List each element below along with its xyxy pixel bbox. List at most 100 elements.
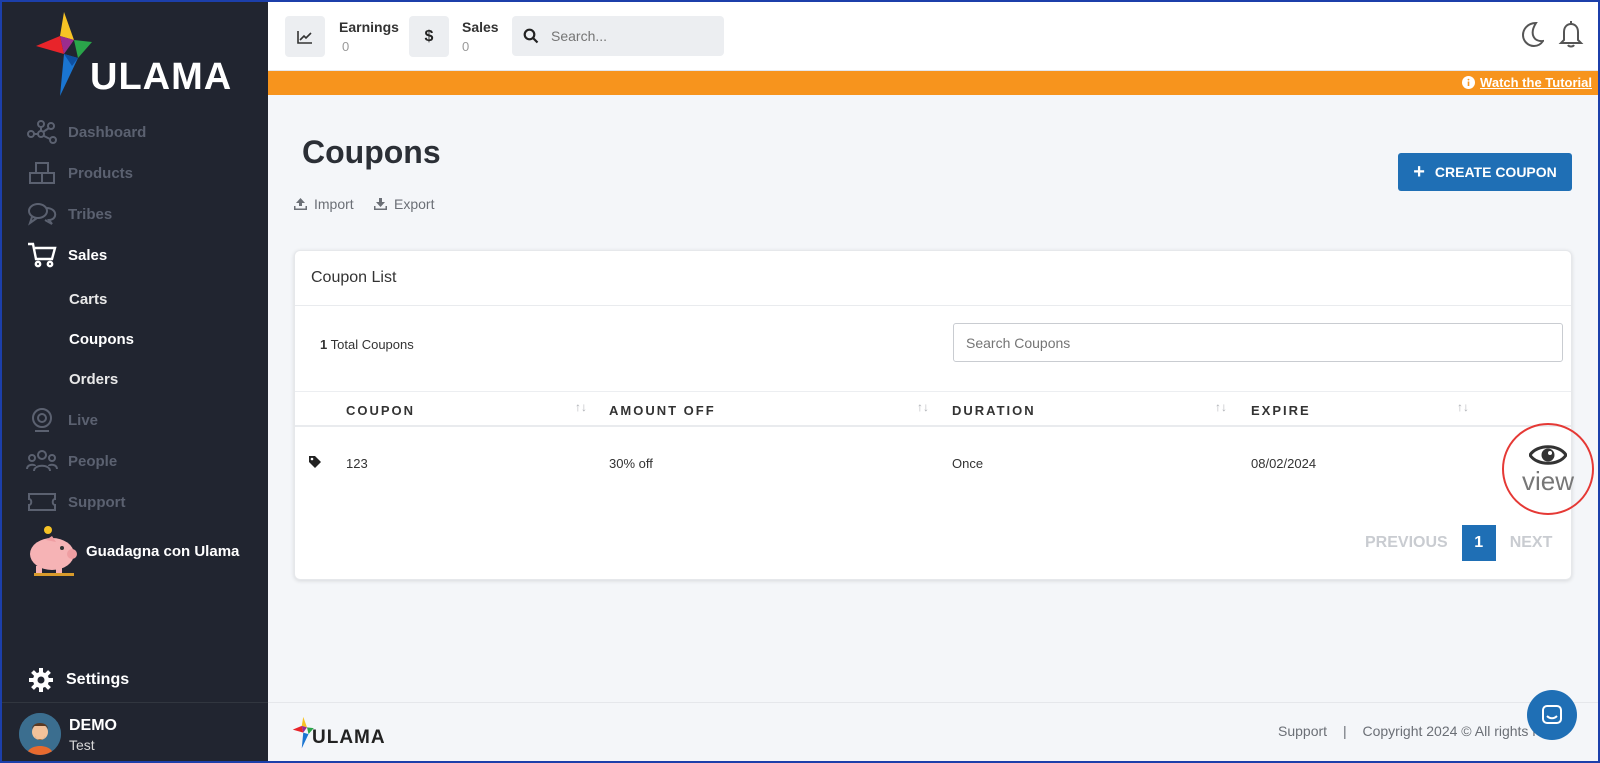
total-coupons: 1 Total Coupons [320,337,414,352]
user-profile[interactable]: DEMO Test [0,702,268,763]
ticket-icon [26,489,58,515]
import-link[interactable]: Import [293,196,354,212]
download-icon [374,198,387,210]
sort-icon[interactable]: ↑↓ [1215,400,1227,414]
create-coupon-button[interactable]: + CREATE COUPON [1398,153,1572,191]
column-header-coupon[interactable]: COUPON [346,403,415,418]
chart-line-icon [297,30,312,44]
sales-value: 0 [462,39,470,54]
sales-widget[interactable]: $ [409,16,449,57]
boxes-icon [26,160,58,186]
copyright-text: Copyright 2024 © All rights res [1362,723,1552,739]
chat-icon [1542,705,1562,724]
view-button[interactable]: view [1502,423,1594,515]
sidebar-item-label: Dashboard [68,123,147,141]
sidebar: ULAMA Dashboard Products Tribes Sales Ca… [0,0,268,763]
avatar [19,713,61,755]
sidebar-item-earn[interactable]: Guadagna con Ulama [26,524,239,578]
pagination: PREVIOUS 1 NEXT [1365,525,1552,561]
tag-icon [309,456,321,468]
next-page-button[interactable]: NEXT [1510,534,1553,552]
sidebar-item-live[interactable]: Live [26,405,98,435]
bell-icon[interactable] [1558,20,1584,48]
earnings-value: 0 [342,39,350,54]
sort-icon[interactable]: ↑↓ [917,400,929,414]
sidebar-item-people[interactable]: People [26,446,117,476]
brand-logo[interactable]: ULAMA [34,10,244,100]
cell-amount-off: 30% off [609,456,653,471]
watch-tutorial-link[interactable]: Watch the Tutorial [1462,75,1592,90]
plus-icon: + [1413,161,1425,183]
sort-icon[interactable]: ↑↓ [575,400,587,414]
sidebar-item-products[interactable]: Products [26,158,133,188]
sidebar-subitem-coupons[interactable]: Coupons [69,331,134,348]
sidebar-item-label: People [68,452,118,470]
footer: ULAMA Support | Copyright 2024 © All rig… [268,702,1600,763]
sidebar-item-label: Support [68,493,126,511]
export-label: Export [394,196,435,212]
earnings-widget[interactable] [285,16,325,57]
upload-icon [294,198,307,210]
sidebar-subitem-orders[interactable]: Orders [69,371,118,388]
sidebar-item-settings[interactable]: Settings [28,667,129,693]
table-header: COUPON ↑↓ AMOUNT OFF ↑↓ DURATION ↑↓ EXPI… [295,391,1571,427]
sort-icon[interactable]: ↑↓ [1457,400,1469,414]
import-label: Import [314,196,354,212]
header-search-input[interactable] [551,28,711,44]
gear-icon [29,668,53,692]
chat-launcher-button[interactable] [1527,690,1577,740]
coupon-list-card: Coupon List 1 Total Coupons COUPON ↑↓ AM… [294,250,1594,580]
sidebar-item-label: Tribes [68,205,113,223]
earnings-label: Earnings [339,19,399,35]
card-title: Coupon List [311,269,397,286]
cell-coupon: 123 [346,456,368,471]
sidebar-item-label: Products [68,164,134,182]
footer-brand: ULAMA [312,727,386,748]
sidebar-item-dashboard[interactable]: Dashboard [26,117,146,147]
eye-icon [1529,444,1567,465]
webcam-icon [26,407,58,433]
table-row[interactable]: 123 30% off Once 08/02/2024 [295,429,1571,497]
chat-bubbles-icon [26,201,58,227]
sidebar-item-tribes[interactable]: Tribes [26,199,112,229]
people-icon [26,448,58,474]
top-header: Earnings 0 $ Sales 0 [268,0,1600,71]
network-icon [26,119,58,145]
user-name: DEMO [69,717,117,734]
total-suffix: Total Coupons [330,337,414,352]
tutorial-banner: Watch the Tutorial [268,71,1600,95]
info-icon [1462,76,1476,89]
sidebar-item-sales[interactable]: Sales [26,240,107,270]
total-count: 1 [320,337,328,352]
sidebar-item-support[interactable]: Support [26,487,126,517]
support-link[interactable]: Support [1278,723,1327,739]
moon-icon[interactable] [1518,20,1544,48]
dollar-icon: $ [424,27,434,45]
search-coupons-input[interactable] [953,323,1563,362]
settings-label: Settings [66,671,130,688]
sidebar-subitem-carts[interactable]: Carts [69,291,107,308]
footer-separator: | [1342,723,1347,739]
view-label: view [1521,465,1574,496]
sidebar-item-label: Sales [68,246,108,264]
piggy-bank-icon [30,526,77,576]
user-role: Test [69,737,95,753]
card-divider [295,305,1571,306]
cell-duration: Once [952,456,984,471]
sales-label: Sales [462,19,499,35]
footer-links: Support | Copyright 2024 © All rights re… [1278,723,1552,739]
page-number-button[interactable]: 1 [1461,525,1496,561]
column-header-amount-off[interactable]: AMOUNT OFF [609,403,716,418]
brand-wordmark: ULAMA [90,56,233,98]
cart-icon [26,242,58,268]
earn-label: Guadagna con Ulama [86,542,240,560]
create-coupon-label: CREATE COUPON [1434,164,1557,180]
previous-page-button[interactable]: PREVIOUS [1365,534,1448,552]
column-header-expire[interactable]: EXPIRE [1251,403,1311,418]
page-title: Coupons [302,134,441,170]
sidebar-item-label: Live [68,411,99,429]
search-icon [523,28,539,44]
export-link[interactable]: Export [373,196,434,212]
column-header-duration[interactable]: DURATION [952,403,1036,418]
cell-expire: 08/02/2024 [1251,456,1317,471]
